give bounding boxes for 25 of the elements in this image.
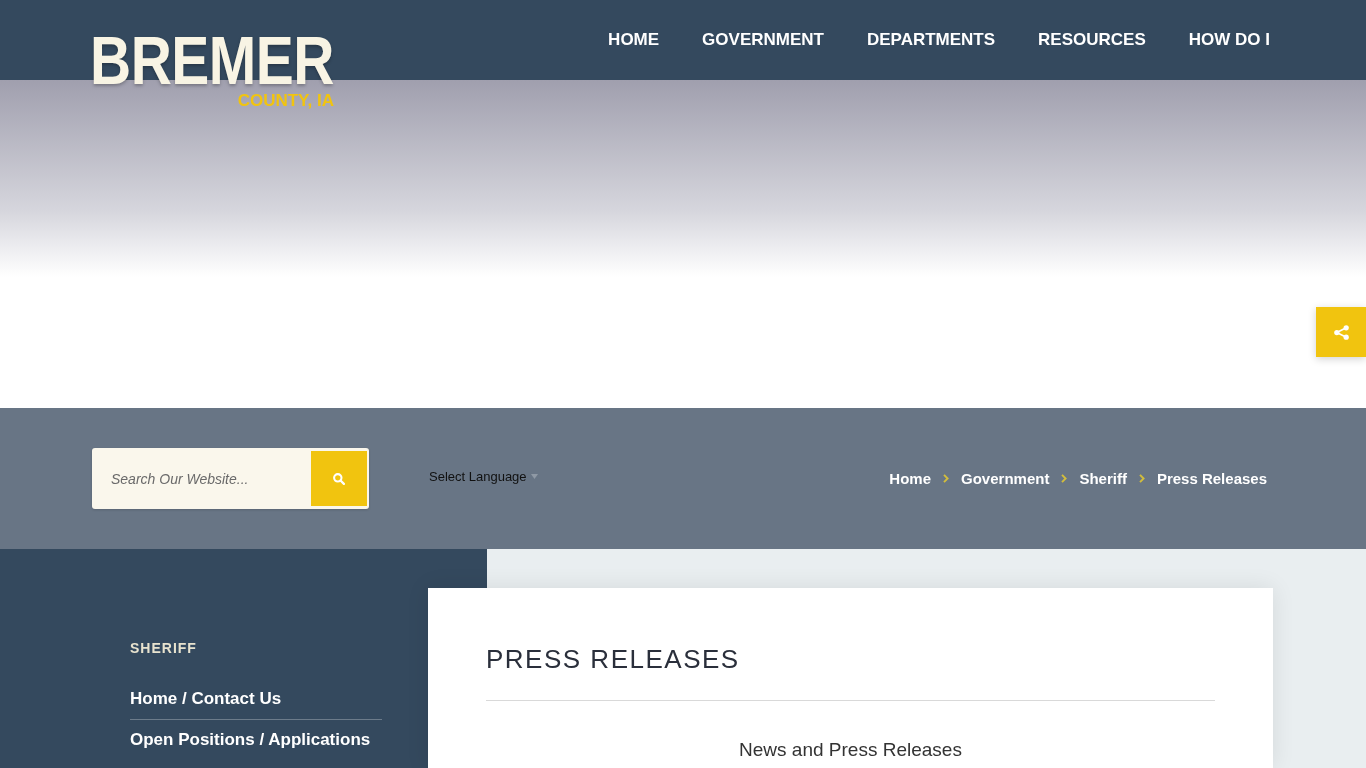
chevron-icon xyxy=(943,474,950,484)
search-field[interactable]: Search Our Website... xyxy=(92,448,311,510)
chevron-icon xyxy=(1061,474,1068,484)
sidebar-link[interactable]: Open Positions / Applications xyxy=(130,720,382,760)
page-title: PRESS RELEASES xyxy=(486,643,740,676)
chevron-icon xyxy=(1138,474,1145,484)
sidebar-title: SHERIFF xyxy=(130,639,197,657)
search-button[interactable] xyxy=(311,448,369,510)
nav-link[interactable]: HOW DO I xyxy=(1188,29,1270,51)
search-icon xyxy=(333,472,345,485)
language-select[interactable]: Select Language xyxy=(429,468,538,485)
share-icon xyxy=(1333,324,1349,340)
page-subtitle: News and Press Releases xyxy=(739,739,962,760)
nav-link[interactable]: RESOURCES xyxy=(1038,29,1146,51)
logo-wordmark[interactable]: BREMER xyxy=(90,31,334,89)
caret-icon xyxy=(530,474,538,480)
nav-link[interactable]: DEPARTMENTS xyxy=(866,29,996,51)
breadcrumb-link[interactable]: Home xyxy=(889,468,932,489)
breadcrumb-link[interactable]: Sheriff xyxy=(1079,468,1127,489)
nav-link[interactable]: HOME xyxy=(608,29,660,51)
breadcrumb-link[interactable]: Government xyxy=(961,468,1050,489)
sidebar-link[interactable]: Home / Contact Us xyxy=(130,679,382,720)
share-button[interactable] xyxy=(1316,307,1366,357)
nav-link[interactable]: GOVERNMENT xyxy=(702,29,824,51)
breadcrumb-link[interactable]: Press Releases xyxy=(1156,468,1267,489)
